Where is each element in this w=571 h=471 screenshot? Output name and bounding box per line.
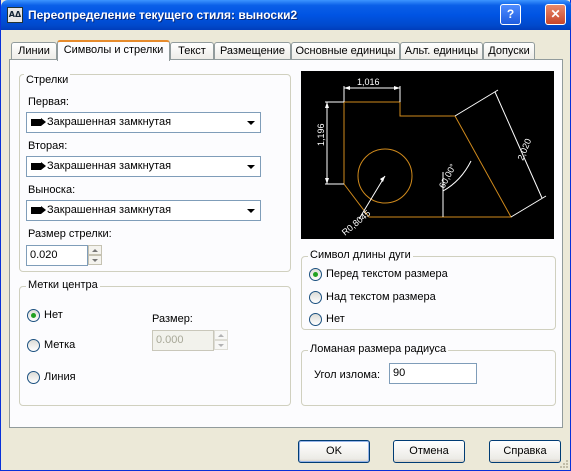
preview-dim-right: 2,020 — [516, 137, 534, 162]
arrow-size-input[interactable]: 0.020 — [26, 245, 88, 266]
spin-up-icon[interactable] — [88, 245, 102, 255]
spin-down-icon[interactable] — [88, 255, 102, 265]
jog-angle-input[interactable]: 90 — [389, 363, 477, 384]
preview-angle-text: 60,00° — [437, 162, 458, 190]
arc-none-radio[interactable] — [309, 313, 322, 326]
arrow-swatch-icon — [31, 162, 46, 170]
spin-down-icon[interactable] — [214, 340, 228, 350]
center-mark-label[interactable]: Метка — [44, 339, 75, 351]
leader-arrow-select[interactable]: Закрашенная замкнутая — [26, 200, 261, 221]
arrowheads-group-title: Стрелки — [24, 74, 71, 86]
dialog-window: AΔ Переопределение текущего стиля: вынос… — [0, 0, 571, 471]
tab-strip: Линии Символы и стрелки Текст Размещение… — [9, 40, 569, 61]
window-title: Переопределение текущего стиля: выноски2 — [28, 8, 298, 22]
chevron-down-icon — [247, 165, 255, 169]
help-button[interactable]: Справка — [489, 440, 561, 463]
second-arrow-label: Вторая: — [28, 140, 68, 152]
center-none-radio[interactable] — [27, 309, 40, 322]
jog-angle-label: Угол излома: — [314, 369, 381, 381]
second-arrow-select[interactable]: Закрашенная замкнутая — [26, 156, 261, 177]
tab-tolerances[interactable]: Допуски — [483, 42, 535, 60]
preview-part-outline — [343, 101, 512, 218]
preview-radius-text: R0,8045 — [340, 208, 372, 238]
preview-dim-left: 1,196 — [316, 123, 326, 146]
tab-symbols-arrows[interactable]: Символы и стрелки — [57, 40, 170, 61]
tab-alt-units[interactable]: Альт. единицы — [400, 42, 483, 60]
second-arrow-value: Закрашенная замкнутая — [47, 160, 172, 172]
first-arrow-select[interactable]: Закрашенная замкнутая — [26, 112, 261, 133]
chevron-down-icon — [247, 209, 255, 213]
radius-jog-group-title: Ломаная размера радиуса — [308, 343, 449, 355]
arc-above-label[interactable]: Над текстом размера — [326, 291, 436, 303]
resize-grip-icon[interactable] — [558, 458, 568, 468]
preview-dim-top: 1,016 — [357, 77, 380, 87]
center-size-label: Размер: — [152, 313, 193, 325]
tab-fit[interactable]: Размещение — [214, 42, 291, 60]
first-arrow-value: Закрашенная замкнутая — [47, 116, 172, 128]
arrow-size-stepper[interactable] — [88, 245, 102, 266]
center-none-label[interactable]: Нет — [44, 309, 63, 321]
help-title-button[interactable]: ? — [500, 4, 521, 25]
center-marks-group-title: Метки центра — [26, 279, 100, 291]
preview-dim-line-right — [494, 91, 543, 199]
chevron-down-icon — [247, 121, 255, 125]
arc-before-label[interactable]: Перед текстом размера — [326, 268, 448, 280]
tab-lines[interactable]: Линии — [11, 42, 57, 60]
center-size-input[interactable]: 0.000 — [152, 330, 214, 351]
arc-none-label[interactable]: Нет — [326, 313, 345, 325]
arc-length-group-title: Символ длины дуги — [308, 249, 413, 261]
app-icon: AΔ — [7, 7, 23, 23]
arrow-size-label: Размер стрелки: — [28, 228, 112, 240]
ok-button[interactable]: OK — [298, 440, 370, 463]
preview-drawing: 1,016 1,196 2,020 60,00° R0,8045 — [316, 77, 547, 238]
dimension-preview: 1,016 1,196 2,020 60,00° R0,8045 — [301, 71, 554, 239]
tab-primary-units[interactable]: Основные единицы — [291, 42, 400, 60]
center-size-value: 0.000 — [156, 334, 184, 346]
arc-above-radio[interactable] — [309, 291, 322, 304]
leader-arrow-label: Выноска: — [28, 184, 76, 196]
spin-up-icon[interactable] — [214, 330, 228, 340]
center-size-stepper[interactable] — [214, 330, 228, 351]
leader-arrow-value: Закрашенная замкнутая — [47, 204, 172, 216]
close-button[interactable]: ✕ — [545, 4, 566, 25]
cancel-button[interactable]: Отмена — [393, 440, 465, 463]
jog-angle-value: 90 — [393, 367, 406, 379]
center-line-label[interactable]: Линия — [44, 371, 76, 383]
arrow-swatch-icon — [31, 118, 46, 126]
arc-before-radio[interactable] — [309, 268, 322, 281]
arrow-size-value: 0.020 — [30, 249, 58, 261]
center-mark-radio[interactable] — [27, 339, 40, 352]
tab-text[interactable]: Текст — [170, 42, 214, 60]
arrow-swatch-icon — [31, 206, 46, 214]
first-arrow-label: Первая: — [28, 96, 69, 108]
title-bar[interactable]: AΔ Переопределение текущего стиля: вынос… — [1, 0, 571, 30]
center-line-radio[interactable] — [27, 371, 40, 384]
